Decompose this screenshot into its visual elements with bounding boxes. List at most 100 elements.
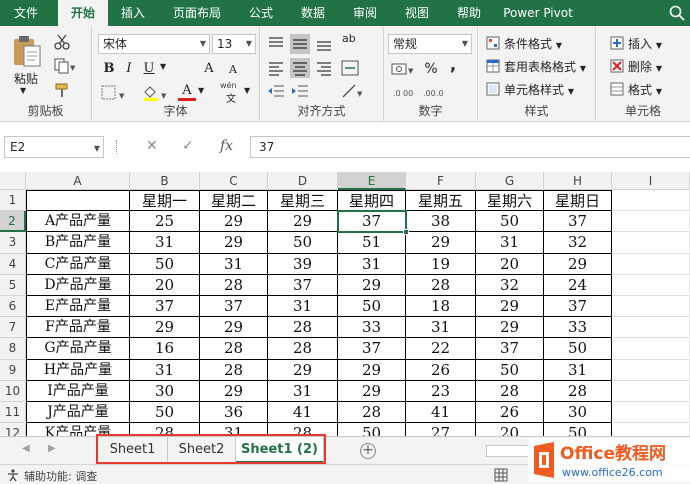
empty-cell[interactable] — [612, 274, 690, 296]
name-box[interactable]: E2 ▼ — [4, 136, 104, 158]
phonetic-button[interactable]: wén — [220, 81, 237, 90]
table-cell[interactable]: 28 — [338, 402, 406, 424]
table-cell[interactable]: 31 — [476, 232, 544, 254]
table-cell[interactable]: 33 — [544, 317, 612, 339]
empty-cell[interactable] — [612, 317, 690, 339]
empty-cell[interactable] — [612, 359, 690, 381]
orientation-icon[interactable]: ▼ — [340, 82, 364, 100]
row-header-2[interactable]: 2 — [0, 211, 26, 233]
sheet-tab-sheet1[interactable]: Sheet1 — [98, 437, 168, 463]
header-cell[interactable]: 星期六 — [476, 190, 544, 212]
currency-icon[interactable]: ▼ — [390, 60, 416, 78]
row-header-12[interactable]: 12 — [0, 423, 26, 436]
table-cell[interactable]: 36 — [200, 402, 268, 424]
tab-formulas[interactable]: 公式 — [240, 0, 282, 26]
paste-button[interactable]: 粘贴 — [14, 70, 38, 87]
tab-data[interactable]: 数据 — [292, 0, 334, 26]
table-cell[interactable]: 29 — [406, 232, 476, 254]
row-header-1[interactable]: 1 — [0, 190, 26, 212]
decrease-indent-icon[interactable] — [266, 82, 286, 100]
table-cell[interactable]: 50 — [130, 253, 200, 275]
sheet-tab-sheet2[interactable]: Sheet2 — [168, 437, 236, 463]
row-header-8[interactable]: 8 — [0, 338, 26, 360]
align-center-icon[interactable] — [290, 58, 310, 78]
table-cell[interactable]: 31 — [406, 317, 476, 339]
scroll-left-icon[interactable]: ◀ — [22, 443, 30, 454]
increase-indent-icon[interactable] — [290, 82, 310, 100]
table-cell[interactable]: 29 — [200, 380, 268, 402]
row-header-4[interactable]: 4 — [0, 253, 26, 275]
table-cell[interactable]: G产品产量 — [26, 338, 130, 360]
table-cell[interactable]: 50 — [268, 232, 338, 254]
tab-power-pivot[interactable]: Power Pivot — [500, 0, 576, 26]
table-cell[interactable]: 29 — [544, 253, 612, 275]
table-cell[interactable]: 26 — [406, 359, 476, 381]
header-cell[interactable]: 星期三 — [268, 190, 338, 212]
table-cell[interactable]: F产品产量 — [26, 317, 130, 339]
table-cell[interactable]: J产品产量 — [26, 402, 130, 424]
table-cell[interactable]: 29 — [200, 211, 268, 233]
table-cell[interactable]: 33 — [338, 317, 406, 339]
column-header-f[interactable]: F — [406, 172, 476, 190]
table-cell[interactable]: 50 — [338, 423, 406, 436]
column-header-c[interactable]: C — [200, 172, 268, 190]
table-cell[interactable]: 28 — [200, 338, 268, 360]
empty-cell[interactable] — [612, 253, 690, 275]
empty-cell[interactable] — [612, 190, 690, 212]
row-header-5[interactable]: 5 — [0, 274, 26, 296]
enter-icon[interactable]: ✓ — [182, 138, 194, 154]
table-cell[interactable]: 29 — [200, 317, 268, 339]
insert-cells-button[interactable]: 插入 ▼ — [628, 35, 662, 52]
scroll-right-icon[interactable]: ▶ — [48, 443, 56, 454]
table-cell[interactable]: 27 — [406, 423, 476, 436]
table-cell[interactable]: 29 — [338, 274, 406, 296]
increase-decimal-icon[interactable]: .0 00 — [392, 84, 414, 100]
table-cell[interactable]: 31 — [544, 359, 612, 381]
table-cell[interactable]: 28 — [268, 317, 338, 339]
delete-cells-button[interactable]: 删除 ▼ — [628, 58, 662, 75]
row-header-11[interactable]: 11 — [0, 402, 26, 424]
table-cell[interactable]: 50 — [130, 402, 200, 424]
cell-styles-button[interactable]: 单元格样式 ▼ — [504, 81, 574, 98]
fill-color-icon[interactable]: ▼ — [142, 84, 172, 102]
table-cell[interactable]: 23 — [406, 380, 476, 402]
table-cell[interactable]: 31 — [130, 232, 200, 254]
header-cell[interactable]: 星期日 — [544, 190, 612, 212]
table-cell[interactable]: 31 — [338, 253, 406, 275]
table-cell[interactable]: 51 — [338, 232, 406, 254]
number-format-select[interactable]: 常规 ▼ — [388, 34, 472, 54]
table-cell[interactable]: 28 — [406, 274, 476, 296]
table-cell[interactable]: 37 — [338, 338, 406, 360]
table-cell[interactable]: B产品产量 — [26, 232, 130, 254]
table-cell[interactable]: 29 — [338, 380, 406, 402]
table-cell[interactable]: 31 — [200, 423, 268, 436]
table-cell[interactable]: 29 — [200, 232, 268, 254]
table-cell[interactable]: 29 — [268, 359, 338, 381]
format-cells-button[interactable]: 格式 ▼ — [628, 81, 662, 98]
format-as-table-button[interactable]: 套用表格格式 ▼ — [504, 58, 586, 75]
chevron-down-icon[interactable]: ▼ — [20, 86, 26, 95]
table-cell[interactable]: 37 — [338, 211, 406, 233]
percent-button[interactable]: % — [422, 60, 440, 78]
underline-button[interactable]: U — [140, 60, 158, 78]
shrink-font-button[interactable]: A — [224, 61, 242, 79]
cancel-icon[interactable]: ✕ — [146, 138, 158, 154]
tab-help[interactable]: 帮助 — [448, 0, 490, 26]
table-cell[interactable]: H产品产量 — [26, 359, 130, 381]
table-cell[interactable]: A产品产量 — [26, 211, 130, 233]
accessibility-icon[interactable] — [6, 468, 20, 482]
table-cell[interactable]: 38 — [406, 211, 476, 233]
align-top-icon[interactable] — [266, 34, 286, 54]
chevron-down-icon[interactable]: ▼ — [160, 62, 166, 71]
column-header-b[interactable]: B — [130, 172, 200, 190]
table-cell[interactable]: 22 — [406, 338, 476, 360]
conditional-format-button[interactable]: 条件格式 ▼ — [504, 35, 562, 52]
table-cell[interactable]: 37 — [268, 274, 338, 296]
align-bottom-icon[interactable] — [314, 34, 334, 54]
table-cell[interactable]: 30 — [130, 380, 200, 402]
table-cell[interactable]: 30 — [544, 402, 612, 424]
table-cell[interactable]: 26 — [476, 402, 544, 424]
font-size-select[interactable]: 13 ▼ — [212, 34, 256, 54]
table-cell[interactable]: 31 — [268, 380, 338, 402]
header-cell[interactable]: 星期二 — [200, 190, 268, 212]
